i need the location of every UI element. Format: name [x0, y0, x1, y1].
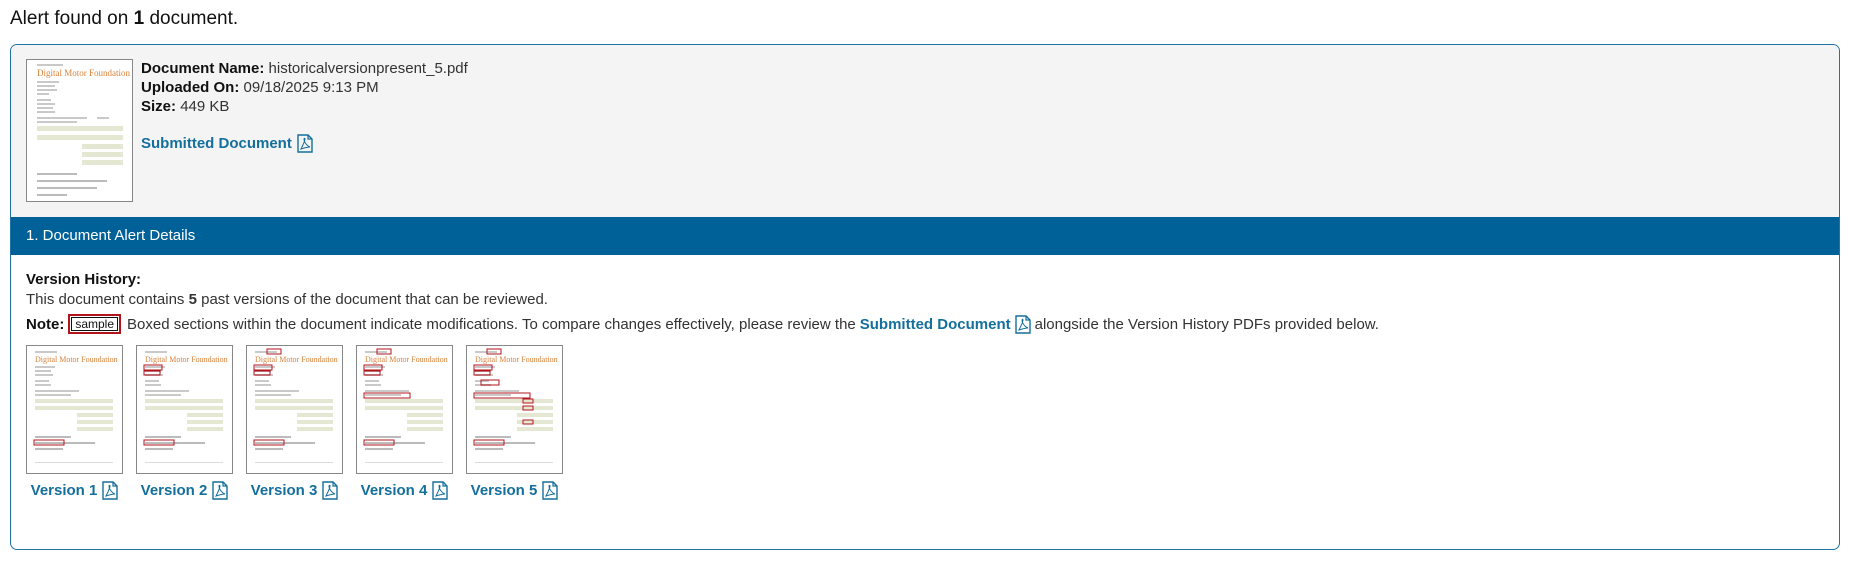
version-label[interactable]: Version 2	[141, 482, 208, 499]
thumbnail-company: Digital Motor Foundation	[255, 355, 338, 364]
note-text-part1: Boxed sections within the document indic…	[127, 315, 856, 333]
version-item: Digital Motor Foundation Version 5	[466, 345, 563, 500]
pdf-file-icon[interactable]	[322, 481, 339, 500]
version-link-1[interactable]: Version 1	[26, 481, 123, 500]
version-label[interactable]: Version 4	[361, 482, 428, 499]
document-name-row: Document Name: historicalversionpresent_…	[141, 59, 468, 78]
thumbnail-company: Digital Motor Foundation	[365, 355, 448, 364]
version-count-text: This document contains 5 past versions o…	[26, 291, 548, 308]
version-item: Digital Motor Foundation Version 2	[136, 345, 233, 500]
alert-details-header: 1. Document Alert Details	[11, 217, 1839, 255]
version-link-5[interactable]: Version 5	[466, 481, 563, 500]
size-value: 449 KB	[180, 98, 230, 115]
note-submitted-document-link-label[interactable]: Submitted Document	[860, 316, 1011, 333]
pdf-file-icon[interactable]	[297, 134, 313, 153]
pdf-file-icon[interactable]	[102, 481, 119, 500]
version-item: Digital Motor Foundation Version 1	[26, 345, 123, 500]
thumbnail-company: Digital Motor Foundation	[475, 355, 558, 364]
version-label[interactable]: Version 3	[251, 482, 318, 499]
version-thumbnail-image: Digital Motor Foundation	[253, 348, 338, 463]
version-history-label: Version History:	[26, 271, 142, 288]
document-card: Digital Motor Foundation Document Name: …	[10, 44, 1840, 550]
version-thumbnail[interactable]: Digital Motor Foundation	[466, 345, 563, 474]
note-submitted-document-link[interactable]: Submitted Document	[860, 314, 1031, 334]
version-link-3[interactable]: Version 3	[246, 481, 343, 500]
document-name-value: historicalversionpresent_5.pdf	[268, 60, 468, 77]
document-name-label: Document Name:	[141, 60, 265, 77]
alert-summary-suffix: document.	[149, 8, 239, 29]
uploaded-on-label: Uploaded On:	[141, 79, 240, 96]
alert-summary-prefix: Alert found on	[10, 8, 129, 29]
document-metadata: Document Name: historicalversionpresent_…	[141, 59, 468, 116]
version-item: Digital Motor Foundation Version 4	[356, 345, 453, 500]
note-label: Note:	[26, 315, 65, 333]
thumbnail-company: Digital Motor Foundation	[35, 355, 118, 364]
version-count-prefix: This document contains	[26, 291, 185, 308]
version-link-4[interactable]: Version 4	[356, 481, 453, 500]
pdf-file-icon[interactable]	[432, 481, 449, 500]
version-thumbnail[interactable]: Digital Motor Foundation	[136, 345, 233, 474]
pdf-file-icon[interactable]	[1014, 314, 1031, 334]
version-label[interactable]: Version 5	[471, 482, 538, 499]
version-count-suffix: past versions of the document that can b…	[201, 291, 548, 308]
version-thumbnail-image: Digital Motor Foundation	[33, 351, 118, 463]
version-label[interactable]: Version 1	[31, 482, 98, 499]
alert-summary: Alert found on 1 document.	[10, 8, 238, 30]
note-text-part2: alongside the Version History PDFs provi…	[1034, 315, 1379, 333]
size-label: Size:	[141, 98, 177, 115]
thumbnail-company: Digital Motor Foundation	[145, 355, 228, 364]
version-count: 5	[188, 291, 197, 308]
version-thumbnail-image: Digital Motor Foundation	[363, 348, 448, 463]
version-thumbnail[interactable]: Digital Motor Foundation	[246, 345, 343, 474]
uploaded-on-row: Uploaded On: 09/18/2025 9:13 PM	[141, 78, 468, 97]
thumbnail-company: Digital Motor Foundation	[37, 68, 130, 78]
submitted-document-link-label[interactable]: Submitted Document	[141, 135, 292, 152]
document-thumbnail-image: Digital Motor Foundation	[27, 60, 132, 201]
document-summary-panel: Digital Motor Foundation Document Name: …	[11, 45, 1839, 217]
document-thumbnail[interactable]: Digital Motor Foundation	[26, 59, 133, 202]
version-thumbnail[interactable]: Digital Motor Foundation	[26, 345, 123, 474]
version-item: Digital Motor Foundation Version 3	[246, 345, 343, 500]
sample-highlight-box: sample	[68, 314, 122, 334]
pdf-file-icon[interactable]	[212, 481, 229, 500]
version-link-2[interactable]: Version 2	[136, 481, 233, 500]
pdf-file-icon[interactable]	[542, 481, 559, 500]
submitted-document-link[interactable]: Submitted Document	[141, 134, 313, 153]
uploaded-on-value: 09/18/2025 9:13 PM	[243, 79, 379, 96]
version-thumbnail[interactable]: Digital Motor Foundation	[356, 345, 453, 474]
size-row: Size: 449 KB	[141, 97, 468, 116]
version-thumbnail-image: Digital Motor Foundation	[143, 351, 228, 463]
version-thumbnail-image: Digital Motor Foundation	[473, 348, 558, 463]
note-text: Note: sample Boxed sections within the d…	[26, 314, 1379, 334]
alert-count: 1	[133, 8, 145, 29]
